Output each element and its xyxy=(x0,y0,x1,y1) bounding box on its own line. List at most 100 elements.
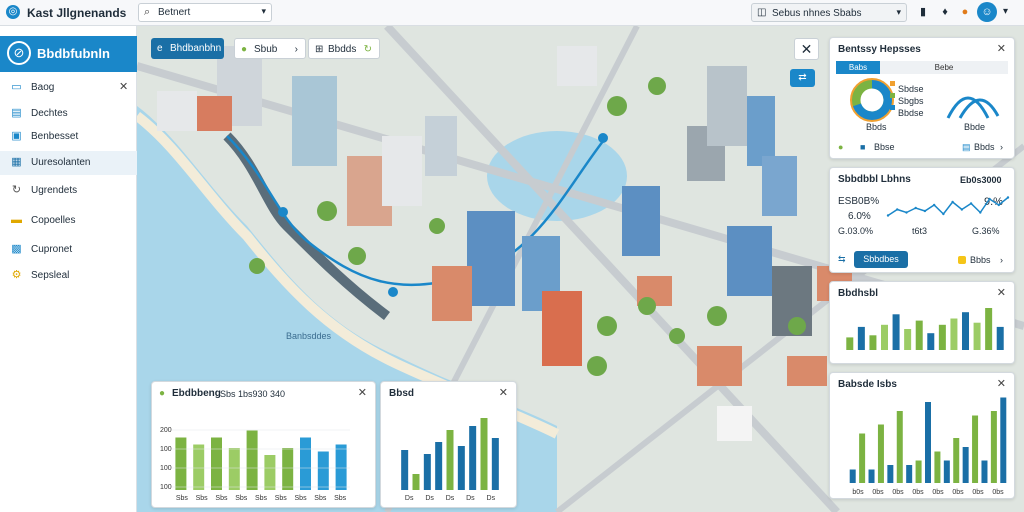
bar xyxy=(264,455,276,490)
arc-caption: Bbde xyxy=(964,122,986,132)
share-icon[interactable]: ⇄ xyxy=(790,69,815,87)
tick-label: Ds xyxy=(425,495,434,502)
bar xyxy=(412,474,420,490)
bar-chart xyxy=(846,308,1004,350)
legend-swatch xyxy=(890,93,895,98)
grid-icon: ⊞ xyxy=(315,44,324,55)
sidebar-item-label: Baog xyxy=(31,82,55,93)
alert-icon[interactable]: ● xyxy=(958,5,972,19)
bar xyxy=(938,324,946,350)
bar xyxy=(973,322,981,350)
chevron-right-icon[interactable]: › xyxy=(1000,255,1003,265)
bar xyxy=(401,450,409,490)
chevron-down-icon[interactable]: ▾ xyxy=(1003,6,1008,17)
bell-icon[interactable]: ♦ xyxy=(938,5,952,19)
sidebar-brand[interactable]: ⊘ Bbdbfubnln xyxy=(0,36,137,72)
bar xyxy=(857,326,865,350)
search-value: Betnert xyxy=(158,7,191,18)
trend-point xyxy=(914,206,917,210)
route-marker[interactable] xyxy=(278,207,288,217)
settings-icon: ⚙ xyxy=(11,269,22,281)
bar xyxy=(892,314,900,350)
map-view-chip[interactable]: ⊞ Bbdds ↻ xyxy=(308,38,380,59)
grid-icon: ▦ xyxy=(11,156,22,168)
bar-panel-right-bottom: Babsde Isbs ✕ b0s 0bs 0bs 0bs 0bs 0bs 0bs 0bs xyxy=(829,372,1015,499)
sidebar-item-map[interactable]: ▭ Baog ✕ xyxy=(0,76,137,100)
notification-icon[interactable]: ▮ xyxy=(916,5,930,19)
bar-panel-right-top: Bbdhsbl ✕ xyxy=(829,281,1015,364)
map-layer-chip[interactable]: e Bhdbanbhn xyxy=(151,38,224,59)
sidebar-item-label: Cupronet xyxy=(31,244,73,255)
tick-label: Sbs xyxy=(295,495,308,502)
footer-right: Bbds xyxy=(974,142,995,152)
filter-dropdown[interactable]: ◫ Sebus nhnes Sbabs ▾ xyxy=(751,3,907,22)
bar xyxy=(896,411,903,483)
link-icon: ⇆ xyxy=(838,254,846,264)
bar-chart: Ds Ds Ds Ds Ds xyxy=(401,418,499,502)
tick-label: 0bs xyxy=(892,489,904,496)
sidebar-item-label: Sepsleal xyxy=(31,270,70,281)
sidebar-item-documents[interactable]: ▤ Dechtes xyxy=(0,102,137,126)
donut-caption: Bbds xyxy=(866,122,887,132)
bar xyxy=(943,460,950,483)
bar xyxy=(996,326,1004,350)
chip-label: Bbdds xyxy=(328,44,357,55)
tick-label: Sbs xyxy=(176,495,189,502)
map-filter-chip[interactable]: ● Sbub › xyxy=(234,38,306,59)
bar xyxy=(849,469,856,483)
footer-left: Bbse xyxy=(874,142,895,152)
bar xyxy=(317,451,329,490)
sidebar-item-label: Uuresolanten xyxy=(31,157,91,168)
trend-point xyxy=(923,209,927,213)
trend-action-button[interactable]: Sbbdbes xyxy=(854,251,908,268)
chip-label: Sbub xyxy=(254,44,278,55)
sidebar-item-folder[interactable]: ▬ Copoelles xyxy=(0,209,137,233)
layer-icon: e xyxy=(157,43,163,54)
map-close-button[interactable]: ✕ xyxy=(794,38,819,60)
trend-point xyxy=(969,202,973,205)
search-input[interactable]: ⌕ Betnert ▾ xyxy=(138,3,272,22)
sidebar-item-grid[interactable]: ▦ Uuresolanten xyxy=(0,151,137,175)
folder-icon: ▬ xyxy=(11,214,22,226)
bar xyxy=(246,430,258,490)
filter-icon: ◫ xyxy=(757,7,767,18)
bar xyxy=(990,411,997,483)
layers-icon: ▣ xyxy=(11,130,22,142)
bar xyxy=(953,438,960,483)
close-icon[interactable]: ✕ xyxy=(119,80,128,93)
sidebar-item-settings[interactable]: ⚙ Sepsleal xyxy=(0,264,137,288)
tick-label: 0bs xyxy=(952,489,964,496)
trend-point xyxy=(1006,196,1010,199)
sidebar-item-refresh[interactable]: ↻ Ugrendets xyxy=(0,179,137,203)
user-avatar-icon[interactable]: ☺ xyxy=(977,2,997,22)
bar xyxy=(950,318,958,350)
sidebar-item-chart[interactable]: ▩ Cupronet xyxy=(0,238,137,262)
tick-label: Ds xyxy=(446,495,455,502)
route-marker[interactable] xyxy=(388,287,398,297)
bar xyxy=(985,308,993,350)
bar xyxy=(877,424,884,483)
tick-label: 0bs xyxy=(972,489,984,496)
legend-item: Bbdse xyxy=(898,108,924,118)
bar-panel-bottom-left: ● Ebdbbeng Sbs 1bs930 340 ✕ Sbs Sbs Sbs Sbs… xyxy=(151,381,376,508)
bar xyxy=(469,426,477,490)
sidebar: ⊘ Bbdbfubnln ▭ Baog ✕ ▤ Dechtes ▣ Benbes… xyxy=(0,26,137,512)
bar xyxy=(887,465,894,483)
route-marker[interactable] xyxy=(598,133,608,143)
bar xyxy=(904,329,912,350)
trend-point xyxy=(905,211,908,214)
square-icon: ■ xyxy=(860,142,866,152)
chevron-down-icon[interactable]: ▾ xyxy=(261,6,266,17)
bar xyxy=(915,460,922,483)
bar xyxy=(175,437,187,490)
bar xyxy=(915,320,923,350)
tick-label: Ds xyxy=(466,495,475,502)
tick-label: Sbs xyxy=(334,495,347,502)
sidebar-item-layers[interactable]: ▣ Benbesset xyxy=(0,125,137,149)
legend-item: Sbgbs xyxy=(898,96,924,106)
tick-label: 0bs xyxy=(872,489,884,496)
chevron-right-icon[interactable]: › xyxy=(1000,142,1003,152)
trend-point xyxy=(951,200,954,204)
bar xyxy=(846,337,854,350)
tick-label: Sbs xyxy=(235,495,248,502)
